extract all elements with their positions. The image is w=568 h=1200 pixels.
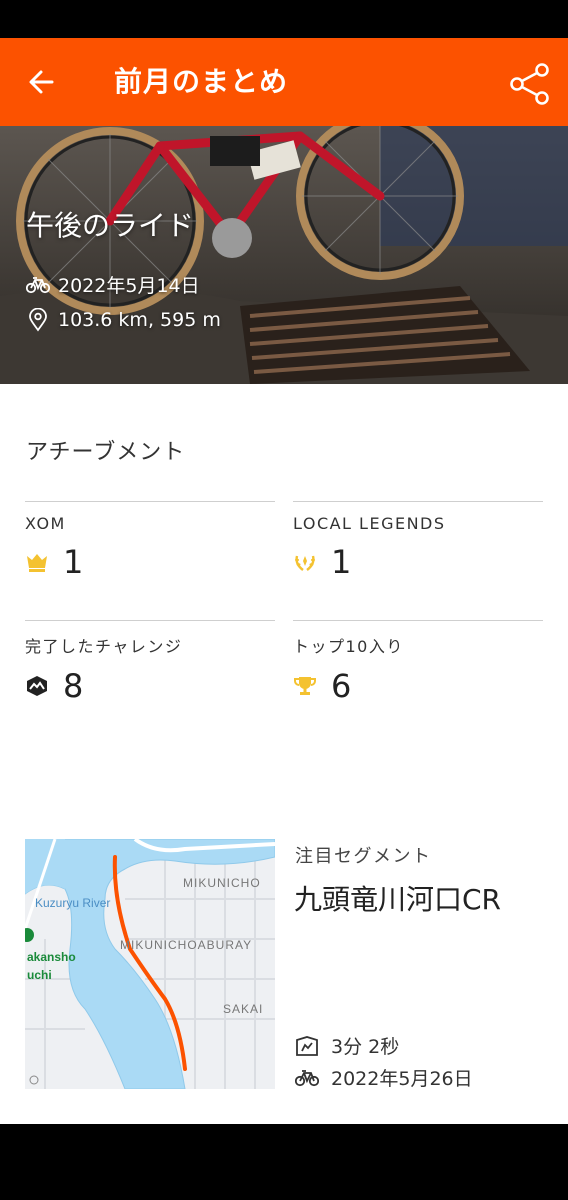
map-label-river: Kuzuryu River <box>35 896 110 910</box>
stat-xom: XOM 1 <box>25 501 275 581</box>
back-button[interactable] <box>22 62 66 102</box>
stat-local-legends: LOCAL LEGENDS 1 <box>293 501 543 581</box>
bike-icon <box>26 276 50 293</box>
crown-icon <box>27 554 47 572</box>
laurel-icon <box>295 555 315 571</box>
achievements-title: アチーブメント <box>26 440 186 465</box>
activity-date-row: 2022年5月14日 <box>26 271 200 298</box>
share-button[interactable] <box>506 60 554 108</box>
trophy-icon <box>294 677 316 695</box>
stat-value: 1 <box>63 543 84 581</box>
location-pin-icon <box>29 308 47 332</box>
stat-label: XOM <box>25 514 66 533</box>
share-icon <box>510 63 549 105</box>
stat-value: 8 <box>63 667 84 705</box>
activity-card[interactable]: 午後のライド 2022年5月14日 103.6 km, 595 m <box>0 126 568 384</box>
stat-value: 6 <box>331 667 352 705</box>
page-title: 前月のまとめ <box>114 65 289 98</box>
activity-distance-row: 103.6 km, 595 m <box>26 308 221 332</box>
stat-value: 1 <box>331 543 352 581</box>
activity-title: 午後のライド <box>26 209 195 242</box>
bike-icon <box>295 1069 319 1086</box>
system-nav-bar <box>0 1124 568 1200</box>
stat-label: トップ10入り <box>293 637 404 656</box>
activity-date: 2022年5月14日 <box>58 275 200 297</box>
stat-label: LOCAL LEGENDS <box>293 514 446 533</box>
arrow-left-icon <box>29 70 54 94</box>
map-label-station1: akansho <box>27 950 76 964</box>
featured-segment-label: 注目セグメント <box>295 846 432 867</box>
stat-label: 完了したチャレンジ <box>25 637 183 656</box>
stat-completed-challenges: 完了したチャレンジ 8 <box>25 620 275 705</box>
map-label-area3: SAKAI <box>223 1002 263 1016</box>
app-bar: 前月のまとめ <box>0 38 568 126</box>
segment-date: 2022年5月26日 <box>331 1068 473 1090</box>
segment-time: 3分 2秒 <box>331 1036 400 1058</box>
status-bar <box>0 0 568 38</box>
activity-distance: 103.6 km, 595 m <box>58 309 221 331</box>
stat-top-10: トップ10入り 6 <box>293 620 543 705</box>
segment-time-icon <box>296 1035 318 1056</box>
map-label-area2: MIKUNICHOABURAY <box>120 938 252 952</box>
segment-date-row: 2022年5月26日 <box>295 1064 473 1091</box>
segment-map-image: Kuzuryu River MIKUNICHO MIKUNICHOABURAY … <box>25 839 275 1089</box>
segment-name[interactable]: 九頭竜川河口CR <box>294 878 501 918</box>
segment-map[interactable]: Kuzuryu River MIKUNICHO MIKUNICHOABURAY … <box>25 839 275 1089</box>
activity-photo <box>0 126 568 384</box>
challenge-icon <box>27 676 47 696</box>
map-label-station2: uchi <box>27 968 52 982</box>
segment-time-row: 3分 2秒 <box>295 1032 399 1059</box>
summary-content: アチーブメント XOM 1 LOCAL LEGENDS 1 完了したチャレンジ … <box>0 384 568 1124</box>
map-label-area1: MIKUNICHO <box>183 876 261 890</box>
